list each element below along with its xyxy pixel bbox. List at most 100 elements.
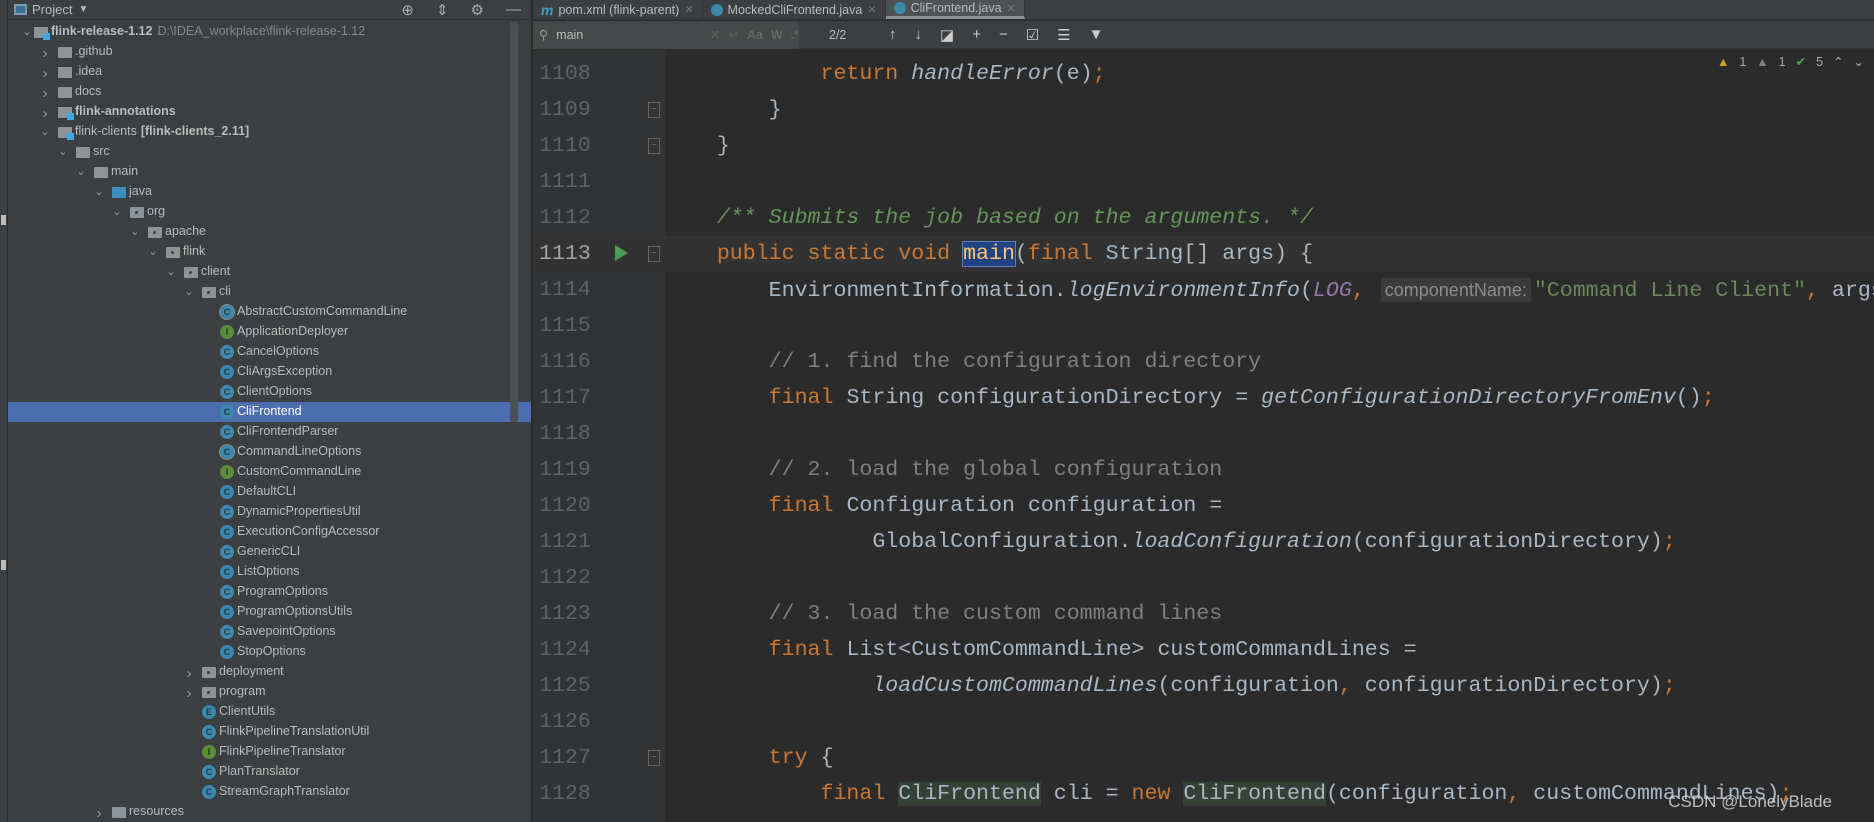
minimize-icon[interactable]: — bbox=[506, 1, 521, 19]
tree-item-label: flink-annotations bbox=[75, 104, 176, 118]
tree-item[interactable]: ⌄ main bbox=[8, 162, 531, 182]
fold-icon[interactable]: − bbox=[648, 750, 660, 766]
chevron-down-icon[interactable]: ▼ bbox=[78, 4, 88, 15]
tree-item[interactable]: C CommandLineOptions bbox=[8, 442, 531, 462]
tree-item[interactable]: › docs bbox=[8, 82, 531, 102]
close-tab-icon[interactable]: ✕ bbox=[684, 3, 693, 16]
tree-item[interactable]: ⌄ flink-release-1.12 D:\IDEA_workplace\fli… bbox=[8, 22, 531, 42]
chevron-down-icon[interactable]: ⌄ bbox=[40, 125, 50, 138]
search-input[interactable]: main bbox=[556, 28, 702, 42]
tree-item[interactable]: ⌄ cli bbox=[8, 282, 531, 302]
tree-item[interactable]: › program bbox=[8, 682, 531, 702]
filter-options-icon[interactable]: ☰ bbox=[1057, 26, 1070, 44]
tree-item[interactable]: I FlinkPipelineTranslator bbox=[8, 742, 531, 762]
tree-item[interactable]: ⌄ java bbox=[8, 182, 531, 202]
line-number: 1116 bbox=[539, 350, 591, 374]
tree-item[interactable]: C SavepointOptions bbox=[8, 622, 531, 642]
chevron-right-icon[interactable]: › bbox=[184, 665, 194, 682]
tree-item[interactable]: ⌄ flink bbox=[8, 242, 531, 262]
tree-item[interactable]: C AbstractCustomCommandLine bbox=[8, 302, 531, 322]
tree-item[interactable]: C DynamicPropertiesUtil bbox=[8, 502, 531, 522]
previous-highlight-icon[interactable]: ⌃ bbox=[1833, 54, 1843, 69]
words-toggle[interactable]: W bbox=[771, 28, 783, 42]
fold-icon[interactable]: − bbox=[648, 246, 660, 262]
chevron-down-icon[interactable]: ⌄ bbox=[76, 165, 86, 178]
next-highlight-icon[interactable]: ⌄ bbox=[1854, 54, 1864, 69]
tree-item[interactable]: C ListOptions bbox=[8, 562, 531, 582]
editor-tab[interactable]: MockedCliFrontend.java ✕ bbox=[703, 0, 886, 19]
clear-icon[interactable]: ✕ bbox=[710, 27, 720, 42]
tree-item[interactable]: C StopOptions bbox=[8, 642, 531, 662]
tree-item[interactable]: C CliFrontendParser bbox=[8, 422, 531, 442]
chevron-down-icon[interactable]: ⌄ bbox=[166, 265, 176, 278]
tree-item[interactable]: C CliFrontend bbox=[8, 402, 531, 422]
tree-item[interactable]: E ClientUtils bbox=[8, 702, 531, 722]
tree-item[interactable]: C PlanTranslator bbox=[8, 762, 531, 782]
locate-icon[interactable]: ⊕ bbox=[401, 1, 414, 19]
chevron-down-icon[interactable]: ⌄ bbox=[112, 205, 122, 218]
regex-toggle[interactable]: .* bbox=[791, 28, 799, 42]
tree-item[interactable]: C DefaultCLI bbox=[8, 482, 531, 502]
tree-item[interactable]: C ExecutionConfigAccessor bbox=[8, 522, 531, 542]
filter-icon[interactable]: ▼ bbox=[1089, 26, 1104, 44]
chevron-down-icon[interactable]: ⌄ bbox=[148, 245, 158, 258]
tree-item[interactable]: C StreamGraphTranslator bbox=[8, 782, 531, 802]
tree-item[interactable]: C CancelOptions bbox=[8, 342, 531, 362]
tree-item[interactable]: › deployment bbox=[8, 662, 531, 682]
tree-item[interactable]: C FlinkPipelineTranslationUtil bbox=[8, 722, 531, 742]
run-icon[interactable] bbox=[615, 245, 628, 261]
editor-tab[interactable]: m pom.xml (flink-parent) ✕ bbox=[533, 0, 703, 19]
tree-item[interactable]: C GenericCLI bbox=[8, 542, 531, 562]
tree-item[interactable]: › flink-annotations bbox=[8, 102, 531, 122]
close-tab-icon[interactable]: ✕ bbox=[1007, 2, 1016, 15]
chevron-right-icon[interactable]: › bbox=[40, 65, 50, 82]
tree-item[interactable]: ⌄ apache bbox=[8, 222, 531, 242]
chevron-down-icon[interactable]: ⌄ bbox=[184, 285, 194, 298]
fold-icon[interactable]: − bbox=[648, 102, 660, 118]
select-all-icon[interactable]: ☑ bbox=[1026, 26, 1039, 44]
tree-item[interactable]: C CliArgsException bbox=[8, 362, 531, 382]
match-case-toggle[interactable]: Aa bbox=[747, 28, 763, 42]
tree-item[interactable]: › resources bbox=[8, 802, 531, 822]
tree-item[interactable]: C ClientOptions bbox=[8, 382, 531, 402]
collapse-all-icon[interactable]: ⇕ bbox=[436, 1, 449, 19]
tree-item[interactable]: I CustomCommandLine bbox=[8, 462, 531, 482]
code-editor[interactable]: 1108 return handleError(e); 1109− } 1110− … bbox=[533, 50, 1874, 822]
chevron-down-icon[interactable]: ⌄ bbox=[130, 225, 140, 238]
gear-icon[interactable]: ⚙ bbox=[471, 1, 484, 19]
project-scrollbar[interactable] bbox=[510, 22, 518, 422]
remove-selection-icon[interactable]: − bbox=[999, 26, 1008, 44]
tree-item[interactable]: C ProgramOptionsUtils bbox=[8, 602, 531, 622]
search-field[interactable]: ⚲ main ✕ ↵ Aa W .* bbox=[533, 20, 799, 49]
editor-tab[interactable]: CliFrontend.java ✕ bbox=[885, 0, 1025, 19]
tree-item[interactable]: › .idea bbox=[8, 62, 531, 82]
select-all-occurrences-icon[interactable]: ◪ bbox=[940, 26, 954, 44]
previous-occurrence-icon[interactable]: ↑ bbox=[889, 26, 897, 44]
new-line-icon[interactable]: ↵ bbox=[728, 27, 738, 42]
tree-item[interactable]: C ProgramOptions bbox=[8, 582, 531, 602]
tree-item[interactable]: › .github bbox=[8, 42, 531, 62]
inspection-widget[interactable]: ▲ 1 ▲ 1 ✔ 5 ⌃ ⌄ bbox=[1717, 54, 1864, 70]
project-view-selector[interactable]: Project bbox=[32, 2, 72, 17]
fold-icon[interactable]: − bbox=[648, 138, 660, 154]
chevron-down-icon[interactable]: ⌄ bbox=[58, 145, 68, 158]
chevron-right-icon[interactable]: › bbox=[94, 805, 104, 822]
chevron-right-icon[interactable]: › bbox=[40, 85, 50, 102]
add-selection-icon[interactable]: + bbox=[972, 26, 981, 44]
chevron-right-icon[interactable]: › bbox=[40, 45, 50, 62]
tree-item[interactable]: ⌄ org bbox=[8, 202, 531, 222]
next-occurrence-icon[interactable]: ↓ bbox=[915, 26, 923, 44]
left-tool-strip[interactable] bbox=[0, 0, 8, 822]
tree-item[interactable]: ⌄ flink-clients [flink-clients_2.11] bbox=[8, 122, 531, 142]
chevron-down-icon[interactable]: ⌄ bbox=[22, 25, 32, 38]
tree-item[interactable]: ⌄ client bbox=[8, 262, 531, 282]
chevron-down-icon[interactable]: ⌄ bbox=[94, 185, 104, 198]
tree-item[interactable]: I ApplicationDeployer bbox=[8, 322, 531, 342]
close-tab-icon[interactable]: ✕ bbox=[867, 3, 876, 16]
chevron-right-icon[interactable]: › bbox=[184, 685, 194, 702]
chevron-right-icon[interactable]: › bbox=[40, 105, 50, 122]
tree-item-label: ProgramOptionsUtils bbox=[237, 604, 353, 618]
tree-item[interactable]: ⌄ src bbox=[8, 142, 531, 162]
